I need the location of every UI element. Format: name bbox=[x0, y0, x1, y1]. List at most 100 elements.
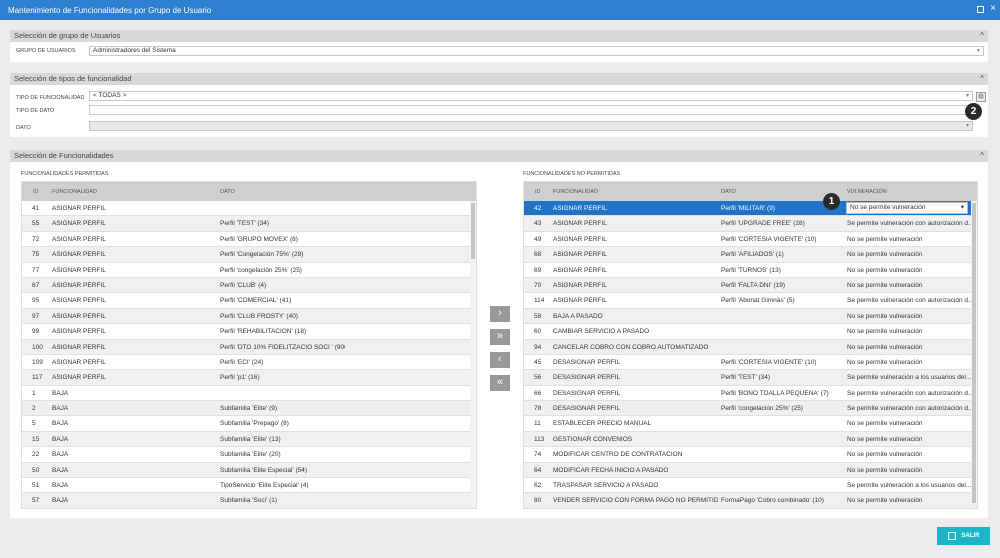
table-row[interactable]: 94 CANCELAR COBRO CON COBRO AUTOMATIZADO N… bbox=[524, 339, 977, 355]
cell-vulneracion: No se permite vulneración bbox=[847, 312, 923, 320]
table-row[interactable]: 72 ASIGNAR PERFIL Perfil 'GRUPO MOVEX' (8) bbox=[22, 231, 476, 248]
table-row[interactable]: 99 ASIGNAR PERFIL Perfil 'REHABILITACIÓN' … bbox=[22, 324, 476, 340]
add-button[interactable]: › bbox=[490, 306, 510, 322]
cell-func: ASIGNAR PERFIL bbox=[553, 220, 607, 228]
col-id[interactable]: ID bbox=[33, 189, 39, 195]
table-row[interactable]: 64 MODIFICAR FECHA INICIO A PASADO No se p… bbox=[524, 462, 977, 479]
cell-id: 15 bbox=[32, 435, 40, 443]
cell-func: DESASIGNAR PERFIL bbox=[553, 358, 621, 366]
table-row[interactable]: 58 BAJA A PASADO No se permite vulneración bbox=[524, 308, 977, 325]
cell-id: 41 bbox=[32, 205, 40, 212]
section-grupo-header[interactable]: Selección de grupo de Usuarios ^ bbox=[10, 30, 988, 42]
cell-vulneracion: Se permite vulneración con autorización … bbox=[847, 297, 971, 305]
table-row[interactable]: 60 CAMBIAR SERVICIO A PASADO No se permite… bbox=[524, 324, 977, 340]
col-vulneracion[interactable]: VULNERACIÓN bbox=[847, 189, 887, 195]
dato-label: DATO bbox=[16, 125, 31, 131]
cell-id: 60 bbox=[534, 328, 542, 336]
cell-func: ASIGNAR PERFIL bbox=[52, 312, 106, 320]
no-permitidas-grid: ID FUNCIONALIDAD DATO VULNERACIÓN 42 ASIG… bbox=[523, 181, 978, 509]
add-all-button[interactable]: » bbox=[490, 329, 510, 345]
cell-id: 113 bbox=[534, 435, 545, 443]
section-funcionalidades-header[interactable]: Selección de Funcionalidades ^ bbox=[10, 150, 988, 162]
settings-icon[interactable]: ✲ bbox=[976, 92, 986, 102]
vulneracion-select[interactable]: No se permite vulneración ▾ bbox=[846, 202, 968, 214]
close-icon[interactable]: × bbox=[990, 3, 996, 15]
permitidas-scrollbar[interactable] bbox=[470, 201, 476, 508]
chevron-up-icon[interactable]: ^ bbox=[980, 30, 984, 42]
table-row[interactable]: 22 BAJA Subfamilia 'Elite' (20) bbox=[22, 447, 476, 463]
no-permitidas-title: FUNCIONALIDADES NO PERMITIDAS bbox=[523, 171, 621, 177]
cell-id: 2 bbox=[32, 405, 36, 413]
table-row[interactable]: 55 ASIGNAR PERFIL Perfil 'TEST' (34) bbox=[22, 216, 476, 232]
table-row[interactable]: 69 ASIGNAR PERFIL Perfil 'TURNOS' (13) No s… bbox=[524, 262, 977, 278]
table-row[interactable]: 75 ASIGNAR PERFIL Perfil 'Congelación 75%'… bbox=[22, 247, 476, 263]
table-row[interactable]: 114 ASIGNAR PERFIL Perfil 'Abonat Gimnàs' … bbox=[524, 293, 977, 309]
col-funcionalidad[interactable]: FUNCIONALIDAD bbox=[553, 189, 598, 195]
cell-func: ESTABLECER PRECIO MANUAL bbox=[553, 420, 652, 428]
table-row[interactable]: 74 MODIFICAR CENTRO DE CONTRATACION No se … bbox=[524, 447, 977, 463]
cell-id: 1 bbox=[32, 389, 36, 397]
table-row[interactable]: 42 ASIGNAR PERFIL Perfil 'MILITAR' (9) No s… bbox=[524, 201, 977, 217]
table-row[interactable]: 77 ASIGNAR PERFIL Perfil 'congelación 25%'… bbox=[22, 262, 476, 278]
table-row[interactable]: 15 BAJA Subfamilia 'Elite' (13) bbox=[22, 431, 476, 448]
remove-button[interactable]: ‹ bbox=[490, 352, 510, 368]
chevron-up-icon[interactable]: ^ bbox=[980, 150, 984, 162]
cell-dato: Perfil 'congelación 25%' (25) bbox=[220, 266, 302, 274]
table-row[interactable]: 1 BAJA bbox=[22, 385, 476, 402]
table-row[interactable]: 68 ASIGNAR PERFIL Perfil 'AFILIADOS' (1) No… bbox=[524, 247, 977, 263]
cell-func: DESASIGNAR PERFIL bbox=[553, 389, 621, 397]
table-row[interactable]: 51 BAJA TipoServicio 'Elite Especial' (4) bbox=[22, 478, 476, 494]
chevron-down-icon: ▾ bbox=[960, 204, 964, 211]
cell-id: 109 bbox=[32, 358, 43, 366]
cell-vulneracion: No se permite vulneración bbox=[847, 328, 923, 336]
permitidas-scroll-thumb[interactable] bbox=[471, 203, 475, 259]
grupo-select[interactable]: Administradores del Sistema ▾ bbox=[89, 46, 984, 56]
table-row[interactable]: 56 DESASIGNAR PERFIL Perfil 'TEST' (34) Se … bbox=[524, 370, 977, 386]
tipo-funcionalidad-value: < TODAS > bbox=[93, 92, 127, 99]
table-row[interactable]: 50 BAJA Subfamilia 'Elite Especial' (54) bbox=[22, 462, 476, 479]
cell-func: BAJA bbox=[52, 466, 69, 474]
col-id[interactable]: ID bbox=[535, 189, 541, 195]
cell-id: 22 bbox=[32, 451, 40, 459]
table-row[interactable]: 45 DESASIGNAR PERFIL Perfil 'CORTESÍA VIGE… bbox=[524, 354, 977, 371]
table-row[interactable]: 117 ASIGNAR PERFIL Perfil 'p1' (16) bbox=[22, 370, 476, 386]
table-row[interactable]: 5 BAJA Subfamilia 'Prepago' (8) bbox=[22, 416, 476, 432]
table-row[interactable]: 66 DESASIGNAR PERFIL Perfil 'BONO TOALLA P… bbox=[524, 385, 977, 402]
table-row[interactable]: 78 DESASIGNAR PERFIL Perfil 'congelación 2… bbox=[524, 401, 977, 417]
table-row[interactable]: 49 ASIGNAR PERFIL Perfil 'CORTESÍA VIGENTE… bbox=[524, 231, 977, 248]
no-permitidas-scroll-thumb[interactable] bbox=[972, 203, 976, 503]
table-row[interactable]: 109 ASIGNAR PERFIL Perfil 'ECI' (24) bbox=[22, 354, 476, 371]
chevron-up-icon[interactable]: ^ bbox=[980, 73, 984, 85]
table-row[interactable]: 41 ASIGNAR PERFIL bbox=[22, 201, 476, 217]
col-funcionalidad[interactable]: FUNCIONALIDAD bbox=[52, 189, 97, 195]
table-row[interactable]: 113 GESTIONAR CONVENIOS No se permite vuln… bbox=[524, 431, 977, 448]
exit-button[interactable]: SALIR bbox=[937, 527, 990, 545]
cell-dato: TipoServicio 'Elite Especial' (4) bbox=[220, 482, 309, 490]
remove-all-button[interactable]: « bbox=[490, 375, 510, 391]
exit-button-label: SALIR bbox=[961, 533, 980, 539]
tipo-funcionalidad-select[interactable]: < TODAS > ▾ bbox=[89, 91, 973, 101]
cell-func: BAJA bbox=[52, 435, 69, 443]
table-row[interactable]: 80 VENDER SERVICIO CON FORMA PAGO NO PERM… bbox=[524, 493, 977, 508]
tipo-dato-field[interactable] bbox=[89, 105, 973, 115]
table-row[interactable]: 97 ASIGNAR PERFIL Perfil 'CLUB FROSTY' (40… bbox=[22, 308, 476, 325]
table-row[interactable]: 2 BAJA Subfamilia 'Elite' (9) bbox=[22, 401, 476, 417]
table-row[interactable]: 95 ASIGNAR PERFIL Perfil 'COMERCIAL' (41) bbox=[22, 293, 476, 309]
maximize-icon[interactable] bbox=[977, 6, 984, 13]
table-row[interactable]: 57 BAJA Subfamilia 'Soci' (1) bbox=[22, 493, 476, 508]
table-row[interactable]: 11 ESTABLECER PRECIO MANUAL No se permite … bbox=[524, 416, 977, 432]
table-row[interactable]: 43 ASIGNAR PERFIL Perfil 'UPGRADE FREE' (2… bbox=[524, 216, 977, 232]
col-dato[interactable]: DATO bbox=[220, 189, 235, 195]
cell-dato: Perfil 'UPGRADE FREE' (28) bbox=[721, 220, 805, 228]
no-permitidas-scrollbar[interactable] bbox=[971, 201, 977, 508]
dato-select[interactable]: ▾ bbox=[89, 121, 973, 131]
table-row[interactable]: 70 ASIGNAR PERFIL Perfil 'FALTA DNI' (19) N… bbox=[524, 277, 977, 294]
table-row[interactable]: 62 TRASPASAR SERVICIO A PASADO Se permite … bbox=[524, 478, 977, 494]
table-row[interactable]: 87 ASIGNAR PERFIL Perfil 'CLUB' (4) bbox=[22, 277, 476, 294]
table-row[interactable]: 100 ASIGNAR PERFIL Perfil 'DTO 10% FIDELIT… bbox=[22, 339, 476, 355]
cell-vulneracion: Se permite vulneración a los usuarios de… bbox=[847, 374, 971, 382]
cell-id: 94 bbox=[534, 343, 542, 351]
section-tipos-header[interactable]: Selección de tipos de funcionalidad ^ bbox=[10, 73, 988, 85]
cell-id: 66 bbox=[534, 389, 542, 397]
col-dato[interactable]: DATO bbox=[721, 189, 736, 195]
